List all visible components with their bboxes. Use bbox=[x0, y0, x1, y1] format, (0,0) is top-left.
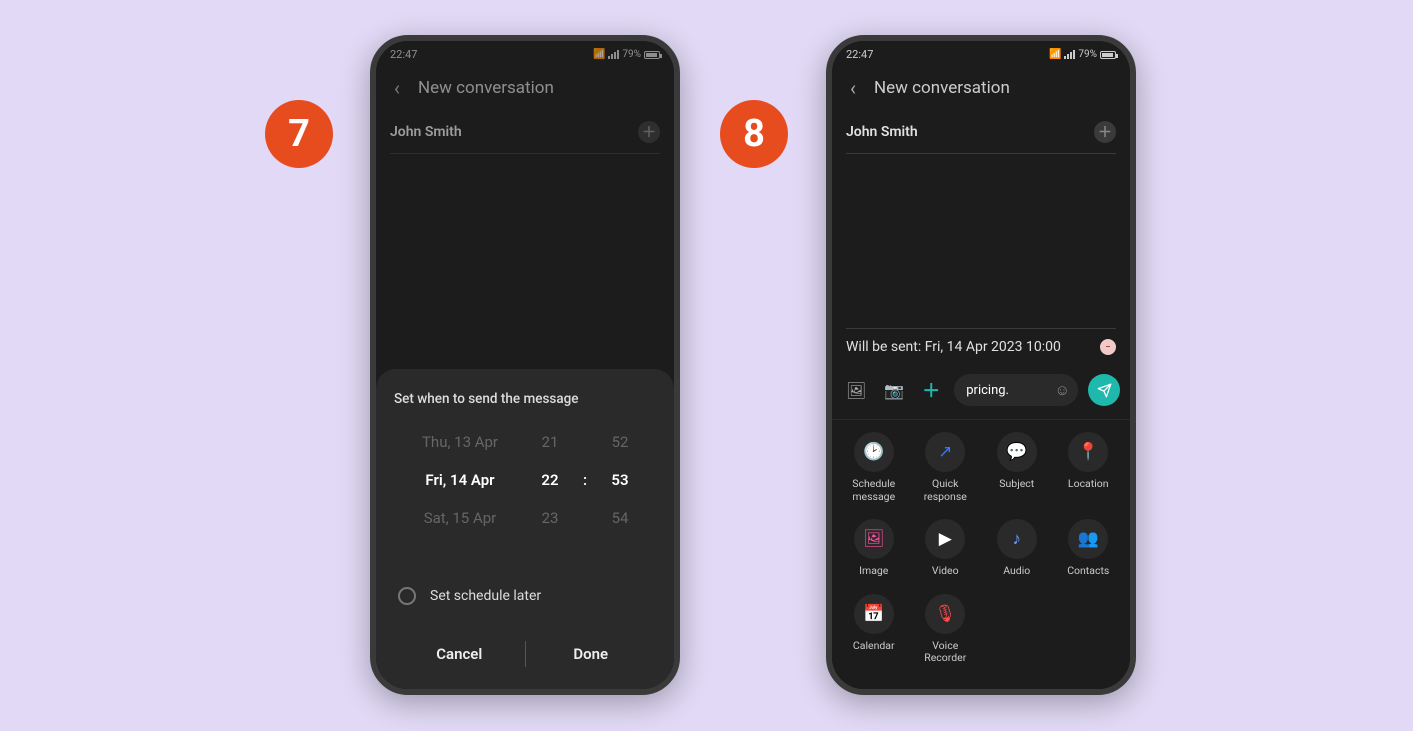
attach-label: Quick response bbox=[912, 478, 980, 503]
sheet-title: Set when to send the message bbox=[394, 391, 656, 407]
cancel-button[interactable]: Cancel bbox=[394, 633, 525, 675]
min-selected[interactable]: 53 bbox=[611, 467, 628, 493]
send-button[interactable] bbox=[1088, 374, 1120, 406]
remove-schedule-button[interactable]: − bbox=[1100, 339, 1116, 355]
header-title: New conversation bbox=[874, 78, 1010, 98]
audio-icon: ♪ bbox=[997, 519, 1037, 559]
date-selected[interactable]: Fri, 14 Apr bbox=[425, 467, 494, 493]
attach-label: Calendar bbox=[853, 640, 895, 653]
video-icon: ▶ bbox=[925, 519, 965, 559]
schedule-later-label: Set schedule later bbox=[430, 588, 541, 604]
status-bar: 22:47 📶 79% bbox=[832, 41, 1130, 65]
message-input-value: pricing. bbox=[966, 383, 1009, 398]
gallery-icon[interactable]: 🖼 bbox=[842, 377, 870, 404]
min-next[interactable]: 54 bbox=[612, 505, 629, 531]
subject-icon: 💬 bbox=[997, 432, 1037, 472]
attach-label: Contacts bbox=[1067, 565, 1109, 578]
attachment-grid: 🕑 Schedule message ↗ Quick response 💬 Subject… bbox=[832, 419, 1130, 689]
schedule-message-icon: 🕑 bbox=[854, 432, 894, 472]
attach-item-image[interactable]: 🖼 Image bbox=[840, 519, 908, 578]
attach-label: Video bbox=[932, 565, 959, 578]
status-icons: 📶 79% bbox=[593, 49, 660, 60]
location-icon: 📍 bbox=[1068, 432, 1108, 472]
wifi-icon: 📶 bbox=[593, 49, 605, 60]
scheduled-send-label: Will be sent: Fri, 14 Apr 2023 10:00 bbox=[846, 339, 1061, 355]
hour-prev[interactable]: 21 bbox=[542, 429, 559, 455]
step-badge-7: 7 bbox=[265, 100, 333, 168]
camera-icon[interactable]: 📷 bbox=[880, 377, 908, 404]
back-button[interactable]: ‹ bbox=[390, 72, 404, 104]
signal-icon bbox=[1064, 50, 1075, 59]
attach-label: Voice Recorder bbox=[912, 640, 980, 665]
attach-item-subject[interactable]: 💬 Subject bbox=[983, 432, 1051, 503]
step-badge-8: 8 bbox=[720, 100, 788, 168]
attach-label: Image bbox=[859, 565, 888, 578]
phone-8: 22:47 📶 79% ‹ New conversation John Smit… bbox=[826, 35, 1136, 695]
min-prev[interactable]: 52 bbox=[612, 429, 629, 455]
datetime-picker[interactable]: Thu, 13 Apr Fri, 14 Apr Sat, 15 Apr 21 2… bbox=[394, 429, 656, 531]
voice-recorder-icon: 🎙 bbox=[925, 594, 965, 634]
attach-item-schedule-message[interactable]: 🕑 Schedule message bbox=[840, 432, 908, 503]
signal-icon bbox=[608, 50, 619, 59]
battery-label: 79% bbox=[622, 49, 641, 60]
attach-item-calendar[interactable]: 📅 Calendar bbox=[840, 594, 908, 665]
attach-label: Location bbox=[1068, 478, 1109, 491]
status-bar: 22:47 📶 79% bbox=[376, 41, 674, 65]
wifi-icon: 📶 bbox=[1049, 49, 1061, 60]
attach-label: Audio bbox=[1003, 565, 1030, 578]
status-time: 22:47 bbox=[390, 48, 417, 61]
attach-item-contacts[interactable]: 👥 Contacts bbox=[1055, 519, 1123, 578]
quick-response-icon: ↗ bbox=[925, 432, 965, 472]
attach-item-voice-recorder[interactable]: 🎙 Voice Recorder bbox=[912, 594, 980, 665]
header-title: New conversation bbox=[418, 78, 554, 98]
schedule-sheet: Set when to send the message Thu, 13 Apr… bbox=[376, 369, 674, 689]
contacts-icon: 👥 bbox=[1068, 519, 1108, 559]
attach-item-quick-response[interactable]: ↗ Quick response bbox=[912, 432, 980, 503]
attach-label: Subject bbox=[999, 478, 1034, 491]
attach-plus-button[interactable]: ＋ bbox=[918, 373, 944, 407]
battery-icon bbox=[644, 51, 660, 59]
recipient-name: John Smith bbox=[390, 124, 462, 140]
schedule-later-radio[interactable] bbox=[398, 587, 416, 605]
time-separator: : bbox=[583, 467, 587, 493]
done-button[interactable]: Done bbox=[526, 633, 657, 675]
status-icons: 📶 79% bbox=[1049, 49, 1116, 60]
hour-selected[interactable]: 22 bbox=[541, 467, 558, 493]
message-input[interactable]: pricing. ☺ bbox=[954, 374, 1078, 406]
attach-label: Schedule message bbox=[840, 478, 908, 503]
date-next[interactable]: Sat, 15 Apr bbox=[424, 505, 497, 531]
phone-7: 22:47 📶 79% ‹ New conversation John Smit… bbox=[370, 35, 680, 695]
date-prev[interactable]: Thu, 13 Apr bbox=[422, 429, 498, 455]
hour-next[interactable]: 23 bbox=[542, 505, 559, 531]
attach-item-audio[interactable]: ♪ Audio bbox=[983, 519, 1051, 578]
conversation-body bbox=[832, 149, 1130, 328]
calendar-icon: 📅 bbox=[854, 594, 894, 634]
emoji-icon[interactable]: ☺ bbox=[1055, 381, 1070, 399]
attach-item-video[interactable]: ▶ Video bbox=[912, 519, 980, 578]
attach-item-location[interactable]: 📍 Location bbox=[1055, 432, 1123, 503]
battery-icon bbox=[1100, 51, 1116, 59]
image-icon: 🖼 bbox=[854, 519, 894, 559]
battery-label: 79% bbox=[1078, 49, 1097, 60]
status-time: 22:47 bbox=[846, 48, 873, 61]
back-button[interactable]: ‹ bbox=[846, 72, 860, 104]
add-recipient-button[interactable]: ＋ bbox=[638, 121, 660, 143]
recipient-name: John Smith bbox=[846, 124, 918, 140]
add-recipient-button[interactable]: ＋ bbox=[1094, 121, 1116, 143]
